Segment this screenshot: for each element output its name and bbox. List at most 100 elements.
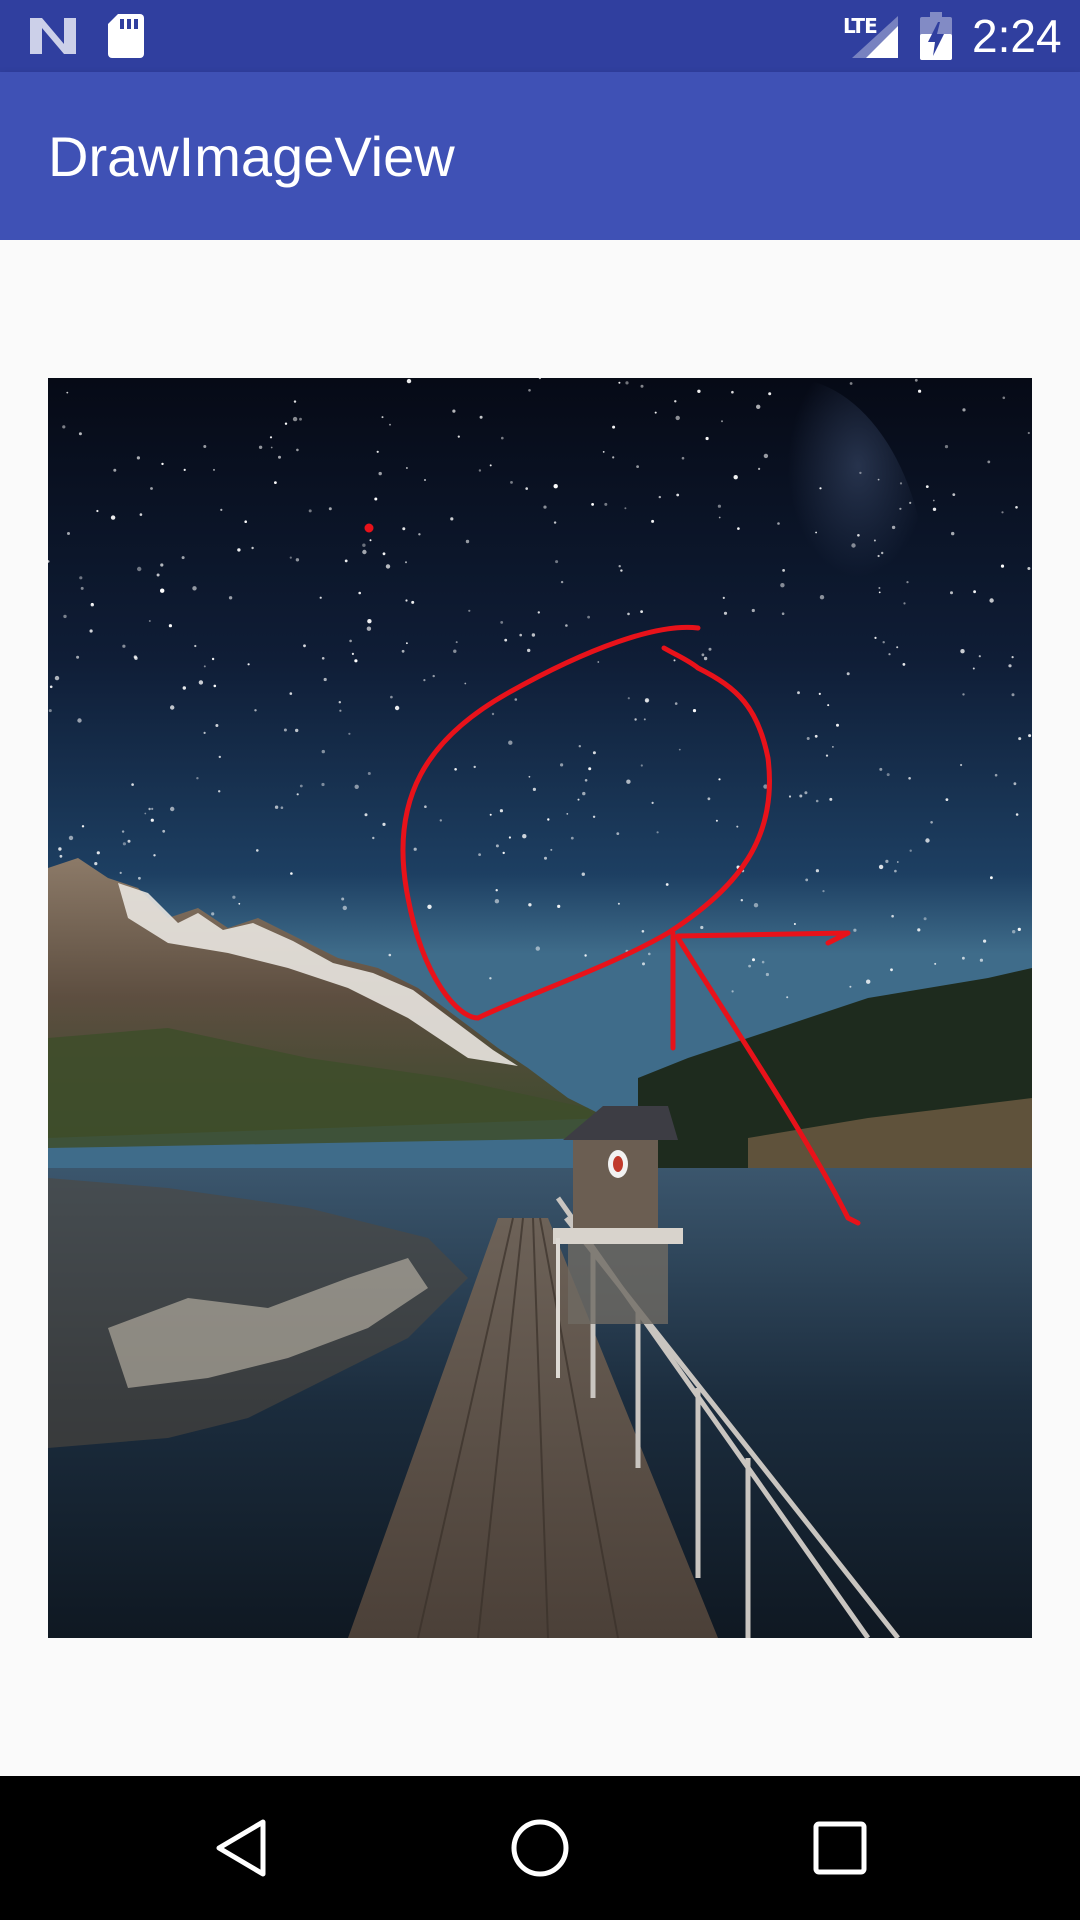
star (489, 813, 492, 816)
star (274, 481, 277, 484)
star (218, 755, 221, 759)
star (618, 381, 621, 384)
star (48, 709, 52, 713)
star (251, 546, 254, 550)
navigation-bar (0, 1776, 1080, 1920)
star (213, 468, 215, 471)
recents-icon[interactable] (804, 1812, 876, 1884)
star (138, 876, 141, 880)
star (151, 807, 154, 810)
star (604, 502, 608, 506)
star (510, 481, 513, 484)
star (891, 525, 896, 530)
star (525, 487, 528, 490)
star (537, 611, 540, 614)
star (866, 979, 871, 984)
star (369, 539, 372, 542)
star (321, 657, 325, 660)
star (950, 591, 953, 595)
star (478, 469, 482, 472)
star (385, 564, 391, 569)
star (700, 925, 704, 930)
star (160, 588, 165, 593)
star (80, 586, 84, 590)
star (339, 709, 342, 712)
back-icon[interactable] (205, 1812, 277, 1884)
star (489, 464, 492, 467)
star (402, 527, 406, 531)
star (731, 990, 734, 993)
star (76, 655, 80, 659)
star (411, 600, 415, 604)
star (501, 436, 504, 440)
star (453, 649, 457, 653)
star (782, 569, 785, 572)
star (514, 698, 518, 701)
star (150, 487, 153, 490)
star (765, 972, 770, 977)
star (788, 795, 792, 798)
star (654, 411, 657, 414)
star (1027, 431, 1030, 435)
star (917, 928, 921, 932)
star (878, 591, 881, 594)
home-icon[interactable] (504, 1812, 576, 1884)
star (560, 763, 564, 767)
star (508, 836, 511, 839)
star (952, 493, 956, 496)
star (406, 378, 412, 384)
star (532, 787, 536, 791)
star (625, 381, 629, 385)
star (278, 455, 281, 459)
star (303, 644, 306, 648)
star (238, 902, 241, 905)
star (797, 691, 800, 695)
star (768, 392, 772, 396)
star (161, 462, 164, 466)
star (934, 962, 937, 965)
android-n-icon (30, 18, 76, 54)
star (722, 596, 725, 599)
star (902, 663, 906, 666)
star (634, 718, 637, 721)
star (341, 897, 345, 901)
star (878, 587, 881, 589)
star (674, 702, 678, 705)
star (829, 797, 833, 801)
star (452, 409, 456, 413)
star (54, 675, 60, 681)
star (96, 851, 100, 855)
star (612, 425, 616, 429)
star (528, 389, 531, 392)
star (815, 869, 820, 873)
star (708, 647, 712, 651)
star (584, 954, 587, 957)
star (203, 445, 207, 448)
star (274, 805, 279, 809)
star (602, 451, 605, 453)
draw-image-view[interactable] (48, 378, 1032, 1638)
star (1013, 782, 1017, 786)
star (137, 566, 142, 572)
star (793, 923, 796, 925)
star (874, 636, 877, 639)
star (58, 847, 62, 851)
star (289, 692, 293, 695)
star (258, 445, 263, 449)
star (1028, 734, 1032, 738)
star (1008, 664, 1012, 668)
star (814, 734, 818, 738)
star (156, 573, 160, 577)
star (342, 905, 347, 911)
star (148, 807, 151, 811)
star (853, 928, 857, 932)
star (881, 551, 884, 555)
star (550, 848, 553, 851)
star (592, 751, 596, 755)
star (344, 559, 348, 563)
star (349, 639, 352, 643)
star (617, 902, 620, 905)
star (495, 844, 499, 848)
star (211, 912, 215, 916)
star (296, 448, 299, 452)
